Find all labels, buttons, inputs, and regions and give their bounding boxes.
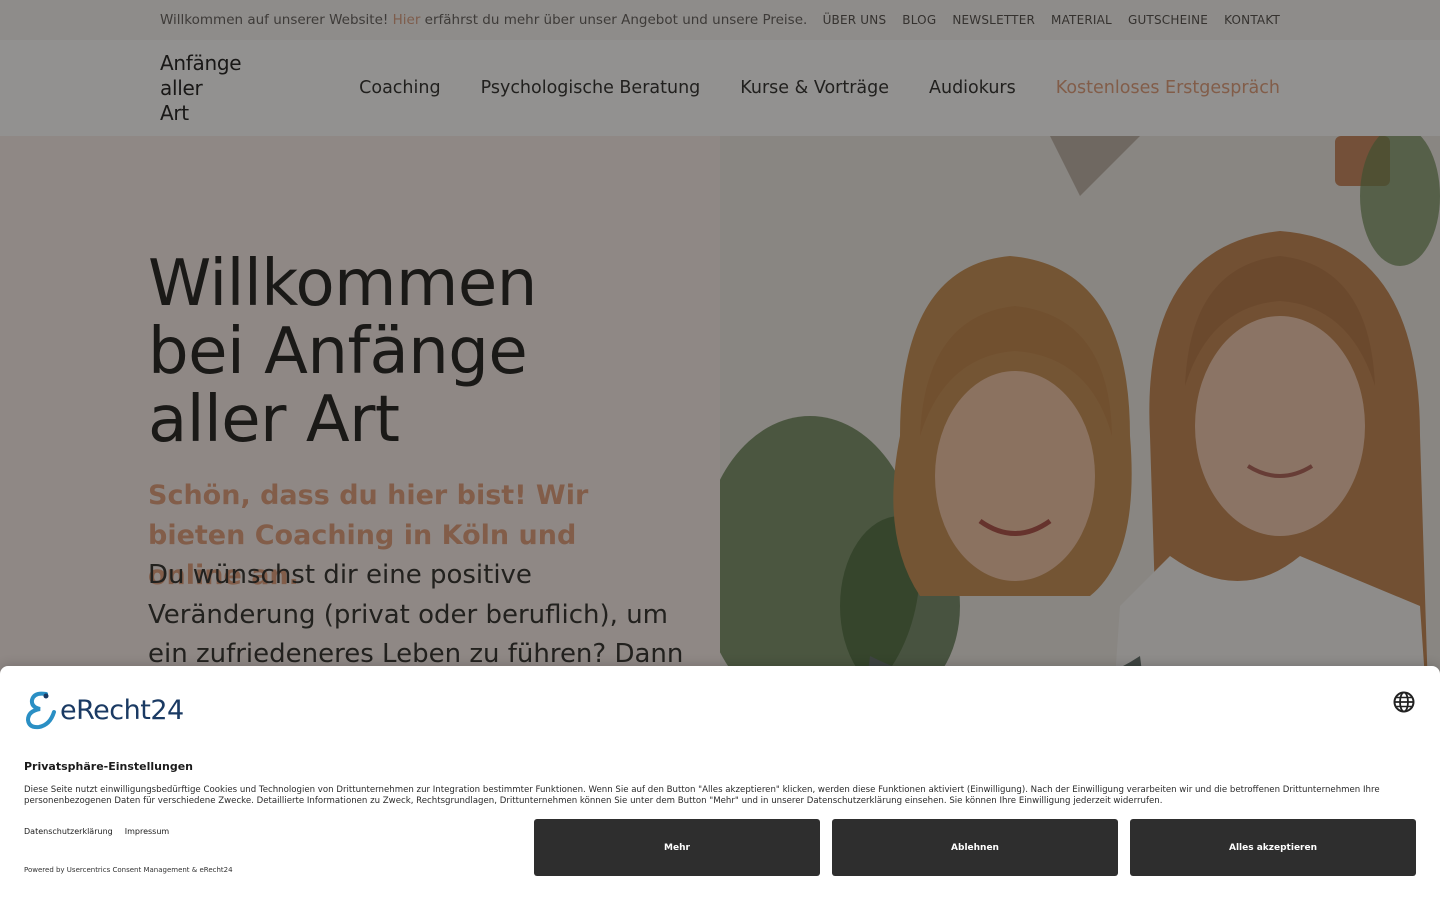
- erecht24-brand-text: eRecht24: [60, 694, 184, 726]
- decline-button[interactable]: Ablehnen: [832, 819, 1118, 876]
- globe-icon[interactable]: [1392, 690, 1416, 714]
- imprint-link[interactable]: Impressum: [125, 827, 169, 836]
- powered-by-text: Powered by Usercentrics Consent Manageme…: [24, 866, 233, 874]
- accept-all-button[interactable]: Alles akzeptieren: [1130, 819, 1416, 876]
- consent-title: Privatsphäre-Einstellungen: [24, 760, 193, 773]
- cookie-consent-banner: eRecht24 Privatsphäre-Einstellungen Dies…: [0, 666, 1440, 900]
- erecht24-logo: eRecht24: [24, 690, 184, 730]
- more-button[interactable]: Mehr: [534, 819, 820, 876]
- erecht24-logo-icon: [25, 691, 56, 730]
- consent-links: Datenschutzerklärung Impressum: [24, 827, 169, 836]
- consent-description: Diese Seite nutzt einwilligungsbedürftig…: [24, 785, 1380, 806]
- privacy-policy-link[interactable]: Datenschutzerklärung: [24, 827, 113, 836]
